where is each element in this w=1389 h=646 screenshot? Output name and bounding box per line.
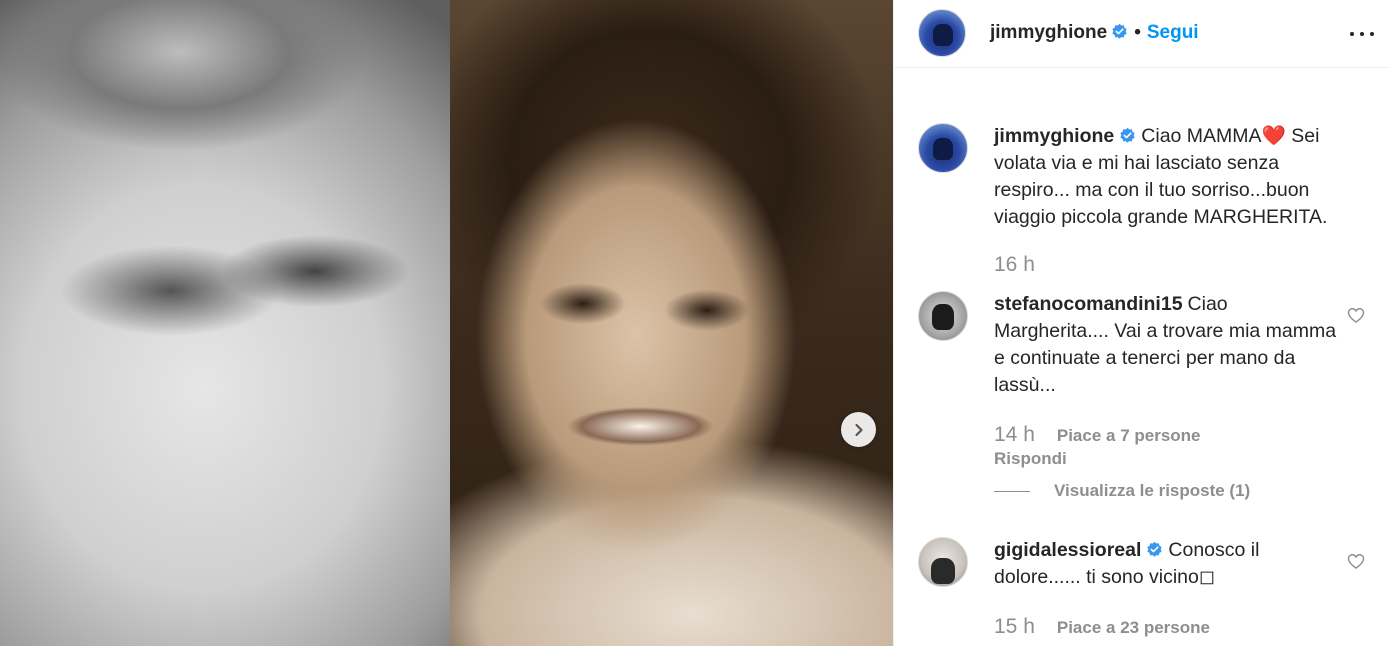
commenter-avatar[interactable] — [918, 537, 968, 587]
more-options-icon[interactable] — [1350, 24, 1374, 44]
author-username[interactable]: jimmyghione — [990, 22, 1107, 43]
comment-likes[interactable]: Piace a 7 persone — [1057, 426, 1201, 445]
comment-meta: 14 h Piace a 7 persone — [994, 423, 1201, 447]
verified-badge-icon — [1147, 541, 1163, 557]
caption-timestamp[interactable]: 16 h — [994, 253, 1035, 276]
red-heart-emoji: ❤️ — [1261, 125, 1286, 147]
view-replies-label: Visualizza le risposte (1) — [1054, 481, 1251, 500]
author-line: jimmyghione • Segui — [990, 22, 1199, 44]
chevron-right-icon — [854, 423, 863, 436]
caption-username[interactable]: jimmyghione — [994, 125, 1114, 147]
photo-woman-portrait — [450, 0, 893, 646]
commenter-username[interactable]: gigidalessioreal — [994, 539, 1141, 561]
commenter-avatar[interactable] — [918, 291, 968, 341]
comment-likes[interactable]: Piace a 23 persone — [1057, 618, 1210, 637]
post-side-panel: jimmyghione • Segui jimmyghione Ciao MAMMA❤… — [893, 0, 1389, 646]
follow-button[interactable]: Segui — [1147, 22, 1199, 43]
commenter-username[interactable]: stefanocomandini15 — [994, 293, 1183, 315]
comments-list[interactable]: jimmyghione Ciao MAMMA❤️ Sei volata via e… — [894, 69, 1389, 646]
reply-button[interactable]: Rispondi — [994, 449, 1067, 469]
verified-badge-icon — [1112, 23, 1127, 39]
separator-dot: • — [1134, 22, 1141, 43]
comment-text: stefanocomandini15 Ciao Margherita.... Va… — [994, 291, 1339, 399]
heart-outline-icon — [1347, 554, 1365, 569]
author-avatar[interactable] — [918, 9, 966, 57]
post-header: jimmyghione • Segui — [894, 0, 1389, 68]
verified-badge-icon — [1120, 127, 1135, 143]
comment-timestamp[interactable]: 14 h — [994, 423, 1035, 446]
caption-text: jimmyghione Ciao MAMMA❤️ Sei volata via e… — [994, 123, 1339, 231]
replies-divider — [994, 490, 1030, 492]
carousel-next-button[interactable] — [841, 412, 876, 447]
caption-meta: 16 h — [994, 253, 1057, 277]
caption-body-start: Ciao MAMMA — [1141, 125, 1262, 147]
comment-meta: 15 h Piace a 23 persone — [994, 615, 1210, 639]
view-replies-button[interactable]: Visualizza le risposte (1) — [994, 481, 1250, 501]
post-media-carousel[interactable] — [0, 0, 893, 646]
heart-outline-icon — [1347, 308, 1365, 323]
like-comment-button[interactable] — [1346, 551, 1366, 571]
comment-text: gigidalessioreal Conosco il dolore...... … — [994, 537, 1339, 591]
comment-timestamp[interactable]: 15 h — [994, 615, 1035, 638]
photo-man-portrait — [0, 0, 450, 646]
like-comment-button[interactable] — [1346, 305, 1366, 325]
caption-avatar[interactable] — [918, 123, 968, 173]
